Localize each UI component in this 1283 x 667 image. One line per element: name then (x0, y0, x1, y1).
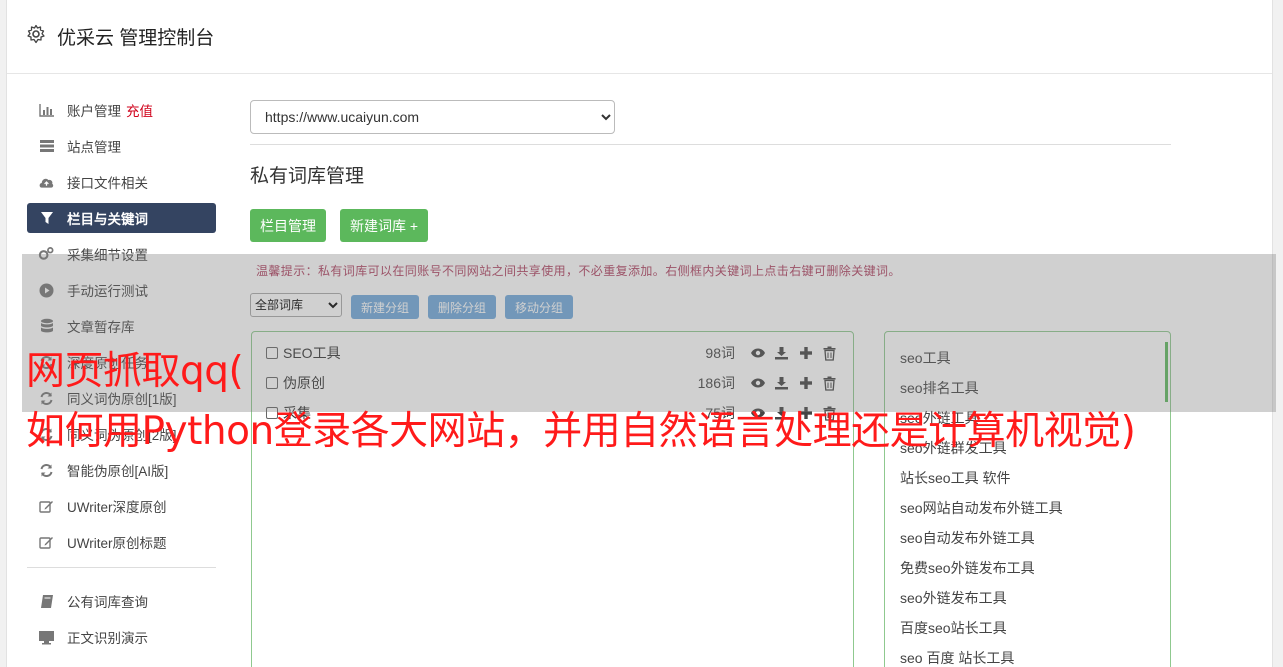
headline-line-2: 如何用Python登录各大网站，并用自然语言处理还是计算机视觉) (26, 409, 1136, 454)
recharge-link[interactable]: 充值 (126, 100, 153, 120)
sidebar-item-uwriter-title[interactable]: UWriter原创标题 (27, 527, 216, 557)
sidebar-item-label: 账户管理 (67, 104, 121, 119)
sidebar-item-label: 接口文件相关 (67, 176, 148, 191)
sidebar-item-text-recognition[interactable]: 正文识别演示 (27, 622, 216, 652)
edit-icon (38, 498, 55, 515)
new-library-button[interactable]: 新建词库 + (340, 209, 429, 242)
keyword-item[interactable]: seo 百度 站长工具 (900, 648, 1014, 667)
gear-icon (27, 24, 45, 44)
sidebar-item-label: 站点管理 (67, 140, 121, 155)
cloud-upload-icon (38, 174, 55, 191)
divider (250, 144, 1171, 145)
monitor-icon (38, 629, 55, 646)
keyword-item[interactable]: 百度seo站长工具 (900, 618, 1007, 638)
edit-icon (38, 534, 55, 551)
columns-button[interactable]: 栏目管理 (250, 209, 326, 242)
keyword-item[interactable]: seo网站自动发布外链工具 (900, 498, 1063, 518)
section-title: 私有词库管理 (250, 166, 365, 187)
headline-line-1: 网页抓取qq( (26, 349, 244, 394)
sidebar-item-uwriter-deep[interactable]: UWriter深度原创 (27, 491, 216, 521)
console-frame: 优采云 管理控制台 账户管理 充值 站点管理 接口文件相关 栏目与关键词 采集细… (6, 0, 1276, 667)
book-icon (38, 593, 55, 610)
main-content: https://www.ucaiyun.com 私有词库管理 栏目管理 新建词库… (250, 100, 1171, 667)
keyword-item[interactable]: 站长seo工具 软件 (900, 468, 1010, 488)
server-icon (38, 138, 55, 155)
sidebar-item-ai-original[interactable]: 智能伪原创[AI版] (27, 455, 216, 485)
bar-chart-icon (38, 102, 55, 119)
sidebar-item-columns-keywords[interactable]: 栏目与关键词 (27, 203, 216, 233)
sidebar-item-public-lexicon[interactable]: 公有词库查询 (27, 586, 216, 616)
sidebar-item-account[interactable]: 账户管理 充值 (27, 95, 216, 125)
keyword-item[interactable]: 免费seo外链发布工具 (900, 558, 1035, 578)
top-bar: 优采云 管理控制台 (7, 0, 1272, 74)
keyword-item[interactable]: seo自动发布外链工具 (900, 528, 1035, 548)
refresh-icon (38, 462, 55, 479)
page-title: 优采云 管理控制台 (57, 28, 215, 49)
sidebar-item-label: 栏目与关键词 (67, 212, 148, 227)
keyword-item[interactable]: seo外链发布工具 (900, 588, 1007, 608)
sidebar-item-label: 正文识别演示 (67, 631, 148, 646)
sidebar-item-label: 智能伪原创[AI版] (67, 464, 169, 479)
sidebar-item-label: UWriter深度原创 (67, 500, 167, 515)
filter-icon (38, 210, 55, 227)
site-select[interactable]: https://www.ucaiyun.com (250, 100, 615, 134)
sidebar-item-label: 公有词库查询 (67, 595, 148, 610)
sidebar-divider (27, 567, 216, 568)
sidebar-item-label: UWriter原创标题 (67, 536, 167, 551)
sidebar-item-interface[interactable]: 接口文件相关 (27, 167, 216, 197)
sidebar-item-sites[interactable]: 站点管理 (27, 131, 216, 161)
